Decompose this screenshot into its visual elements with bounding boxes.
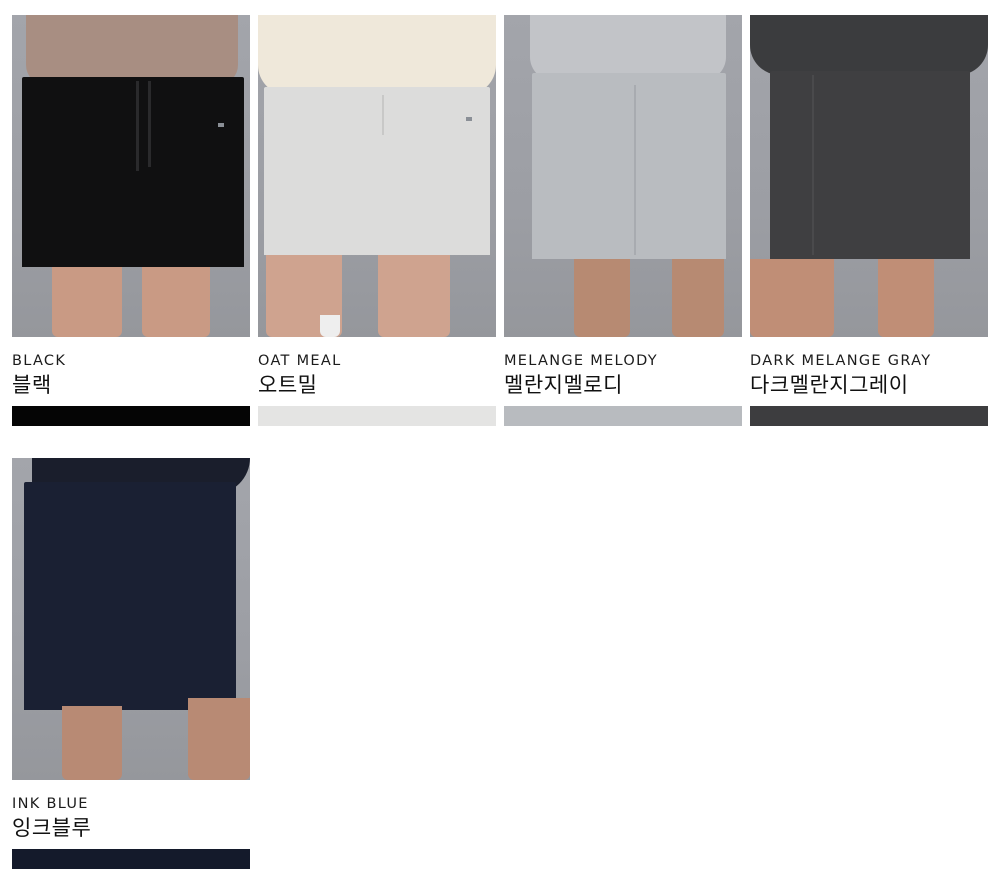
color-swatch[interactable] [258,406,496,426]
color-card-black[interactable]: BLACK 블랙 [12,15,250,426]
color-name-en: BLACK [12,353,67,369]
color-card-melange-melody[interactable]: MELANGE MELODY 멜란지멜로디 [504,15,742,426]
color-card-ink-blue[interactable]: INK BLUE 잉크블루 [12,458,250,869]
color-name-en: INK BLUE [12,796,89,812]
color-swatch[interactable] [750,406,988,426]
color-name-kr: 오트밀 [258,373,318,397]
color-card-oat-meal[interactable]: OAT MEAL 오트밀 [258,15,496,426]
product-photo-dark-melange-gray [750,15,988,337]
color-swatch[interactable] [12,849,250,869]
color-name-kr: 잉크블루 [12,816,92,840]
product-photo-ink-blue [12,458,250,780]
product-photo-oat-meal [258,15,496,337]
color-swatch[interactable] [504,406,742,426]
color-name-en: OAT MEAL [258,353,342,369]
color-name-en: DARK MELANGE GRAY [750,353,932,369]
color-card-dark-melange-gray[interactable]: DARK MELANGE GRAY 다크멜란지그레이 [750,15,988,426]
product-photo-melange-melody [504,15,742,337]
product-photo-black [12,15,250,337]
color-options-grid: BLACK 블랙 OAT MEAL 오트밀 MELANGE MELODY 멜란지… [0,0,1000,886]
color-name-kr: 블랙 [12,373,52,397]
color-name-kr: 다크멜란지그레이 [750,373,909,397]
color-swatch[interactable] [12,406,250,426]
color-name-en: MELANGE MELODY [504,353,658,369]
color-name-kr: 멜란지멜로디 [504,373,623,397]
